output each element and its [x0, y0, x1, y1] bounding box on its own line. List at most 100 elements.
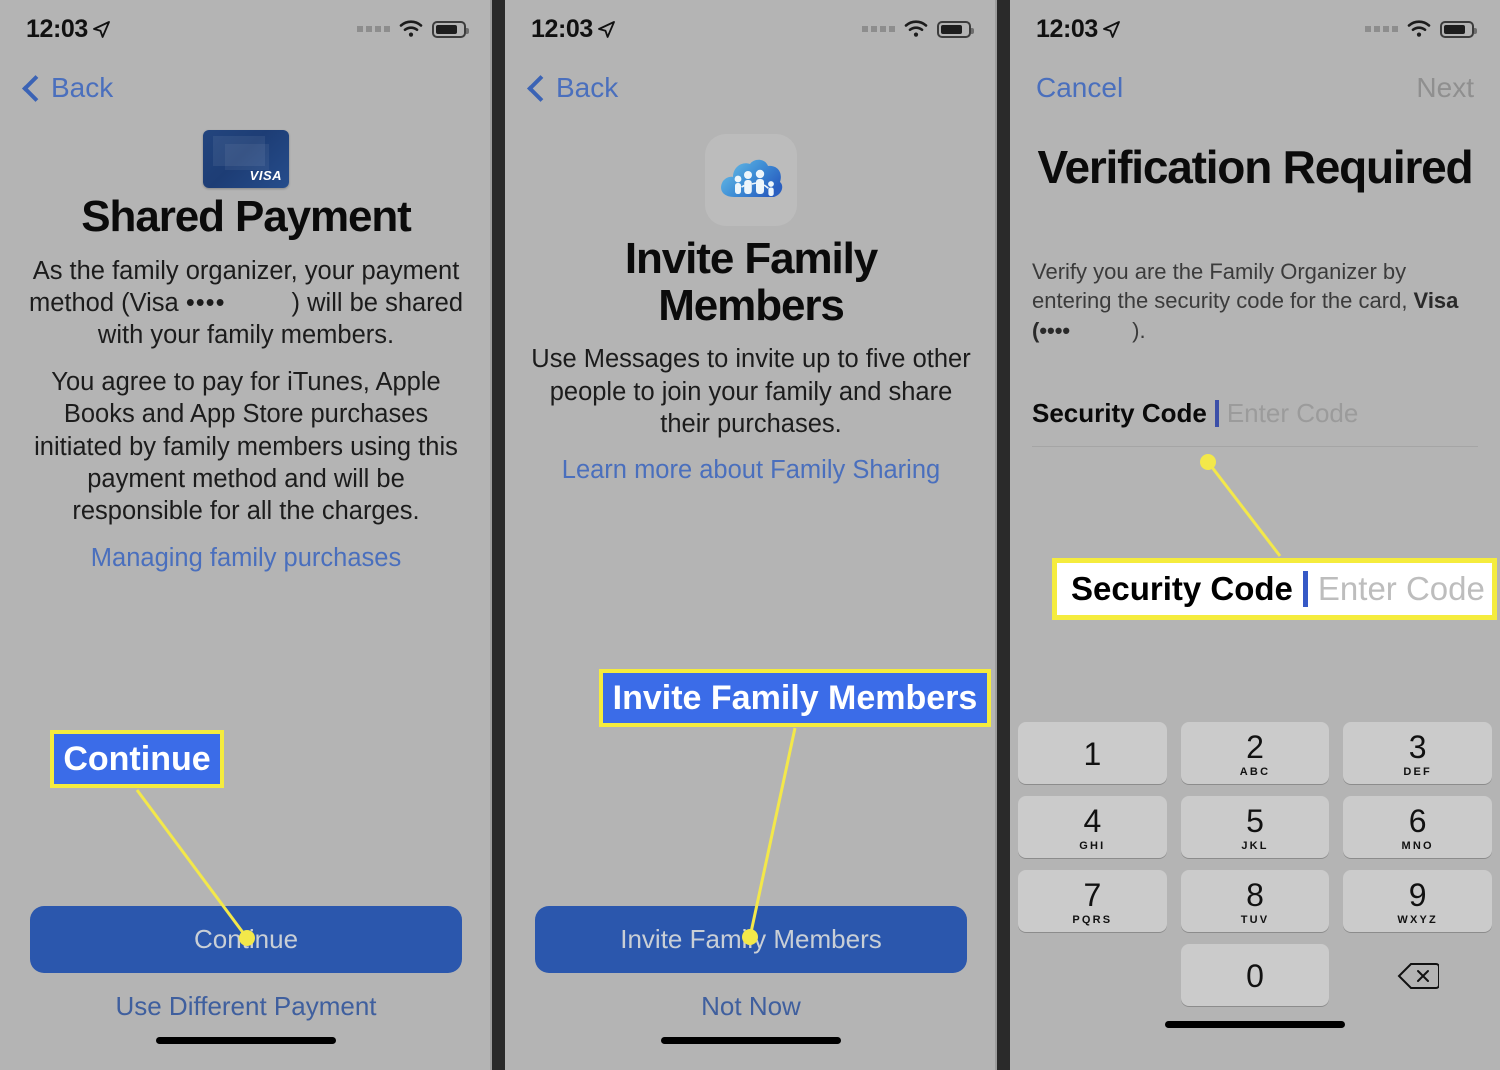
clock-time: 12:03 — [1036, 14, 1098, 43]
screenshot-root: 12:03 Back VISA Shared Payment As the fa… — [0, 0, 1500, 1070]
security-code-input-placeholder[interactable]: Enter Code — [1227, 398, 1359, 429]
key-letters: MNO — [1401, 839, 1434, 852]
callout-continue: Continue — [50, 730, 224, 788]
key-1[interactable]: 1 — [1018, 722, 1167, 784]
key-number: 5 — [1246, 802, 1264, 839]
desc-part-b: ). — [1132, 317, 1146, 343]
keypad-row: 1 2 ABC 3 DEF — [1018, 722, 1493, 784]
home-indicator[interactable] — [1165, 1021, 1345, 1028]
status-bar-clock: 12:03 — [1036, 15, 1120, 44]
verification-description: Verify you are the Family Organizer by e… — [1032, 257, 1478, 346]
status-bar-indicators — [357, 20, 469, 38]
key-number: 6 — [1408, 802, 1427, 839]
battery-icon — [1440, 20, 1477, 38]
signal-dots-icon — [862, 26, 895, 32]
masked-card-digits: •••• — [185, 289, 226, 317]
back-button[interactable]: Back — [527, 72, 619, 104]
signal-dots-icon — [1365, 26, 1398, 32]
back-button[interactable]: Back — [22, 72, 114, 104]
keypad-row: 7 PQRS 8 TUV 9 WXYZ — [1018, 870, 1493, 932]
key-letters: WXYZ — [1397, 913, 1438, 926]
location-arrow-icon — [93, 20, 110, 38]
invite-family-members-button[interactable]: Invite Family Members — [535, 906, 967, 973]
location-arrow-icon — [598, 20, 615, 38]
shared-payment-actions: Continue Use Different Payment — [0, 906, 492, 1044]
key-0[interactable]: 0 — [1180, 944, 1330, 1006]
key-number: 9 — [1408, 876, 1427, 913]
key-3[interactable]: 3 DEF — [1343, 722, 1493, 784]
shared-payment-content: VISA Shared Payment As the family organi… — [0, 130, 492, 574]
key-number: 2 — [1246, 728, 1264, 765]
text-caret — [1302, 571, 1308, 607]
not-now-link[interactable]: Not Now — [535, 991, 967, 1022]
status-bar-clock: 12:03 — [531, 15, 615, 44]
chevron-left-icon — [527, 74, 554, 102]
status-bar-indicators — [862, 20, 974, 38]
visa-card-icon: VISA — [203, 130, 289, 188]
home-indicator[interactable] — [156, 1037, 336, 1044]
key-number: 4 — [1083, 802, 1102, 839]
use-different-payment-link[interactable]: Use Different Payment — [30, 991, 462, 1022]
cancel-button[interactable]: Cancel — [1036, 72, 1123, 104]
invite-family-paragraph: Use Messages to invite up to five other … — [531, 345, 971, 438]
text-caret — [1214, 399, 1219, 427]
continue-button[interactable]: Continue — [30, 906, 462, 973]
status-bar: 12:03 — [1010, 0, 1500, 58]
location-arrow-icon — [1103, 20, 1120, 38]
nav-bar: Back — [505, 58, 997, 118]
key-7[interactable]: 7 PQRS — [1018, 870, 1167, 932]
wifi-icon — [904, 20, 928, 37]
panel-divider — [995, 0, 1011, 1070]
chevron-left-icon — [22, 74, 49, 102]
page-title: Invite Family Members — [624, 234, 878, 330]
key-number: 0 — [1246, 958, 1264, 994]
next-button: Next — [1416, 72, 1474, 103]
page-title: Verification Required — [1037, 141, 1474, 193]
key-4[interactable]: 4 GHI — [1018, 796, 1167, 858]
delete-icon — [1397, 963, 1439, 989]
wifi-icon — [399, 20, 423, 37]
signal-dots-icon — [357, 26, 390, 32]
learn-more-family-sharing-link[interactable]: Learn more about Family Sharing — [562, 456, 940, 484]
keypad-row: 0 — [1018, 944, 1492, 1006]
key-number: 3 — [1408, 728, 1427, 765]
key-letters: TUV — [1240, 913, 1270, 926]
shared-payment-paragraph-2: You agree to pay for iTunes, Apple Books… — [34, 367, 458, 526]
invite-family-actions: Invite Family Members Not Now — [505, 906, 997, 1044]
invite-family-content: Invite Family Members Use Messages to in… — [505, 134, 997, 487]
security-code-label: Security Code — [1032, 397, 1207, 428]
key-letters: GHI — [1079, 839, 1106, 852]
key-9[interactable]: 9 WXYZ — [1343, 870, 1493, 932]
key-5[interactable]: 5 JKL — [1180, 796, 1330, 858]
back-button-label: Back — [556, 72, 619, 103]
callout-invite-label: Invite Family Members — [612, 678, 978, 717]
key-8[interactable]: 8 TUV — [1180, 870, 1330, 932]
callout-invite-family-members: Invite Family Members — [599, 669, 991, 727]
family-sharing-cloud-icon — [705, 134, 797, 226]
clock-time: 12:03 — [531, 14, 593, 43]
callout-security-code: Security Code Enter Code — [1052, 558, 1497, 620]
key-letters: PQRS — [1072, 913, 1113, 926]
battery-icon — [937, 20, 974, 38]
managing-family-purchases-link[interactable]: Managing family purchases — [91, 544, 401, 572]
key-2[interactable]: 2 ABC — [1180, 722, 1330, 784]
security-code-field[interactable]: Security Code Enter Code — [1032, 398, 1478, 447]
nav-bar: Back — [0, 58, 492, 118]
callout-continue-label: Continue — [63, 739, 211, 778]
callout-security-code-label: Security Code — [1071, 570, 1293, 607]
visa-brand-label: VISA — [249, 168, 282, 183]
key-6[interactable]: 6 MNO — [1343, 796, 1493, 858]
wifi-icon — [1407, 20, 1431, 37]
home-indicator[interactable] — [661, 1037, 841, 1044]
page-title: Shared Payment — [81, 192, 412, 241]
key-letters: ABC — [1239, 765, 1271, 778]
panel-divider — [490, 0, 506, 1070]
shared-payment-paragraph-1: As the family organizer, your payment me… — [26, 255, 466, 352]
battery-icon — [432, 20, 469, 38]
key-delete[interactable] — [1343, 944, 1492, 1006]
nav-bar: Cancel Next — [1010, 58, 1500, 118]
key-letters: JKL — [1241, 839, 1269, 852]
keypad-row: 4 GHI 5 JKL 6 MNO — [1018, 796, 1493, 858]
status-bar-clock: 12:03 — [26, 15, 110, 44]
back-button-label: Back — [51, 72, 114, 103]
